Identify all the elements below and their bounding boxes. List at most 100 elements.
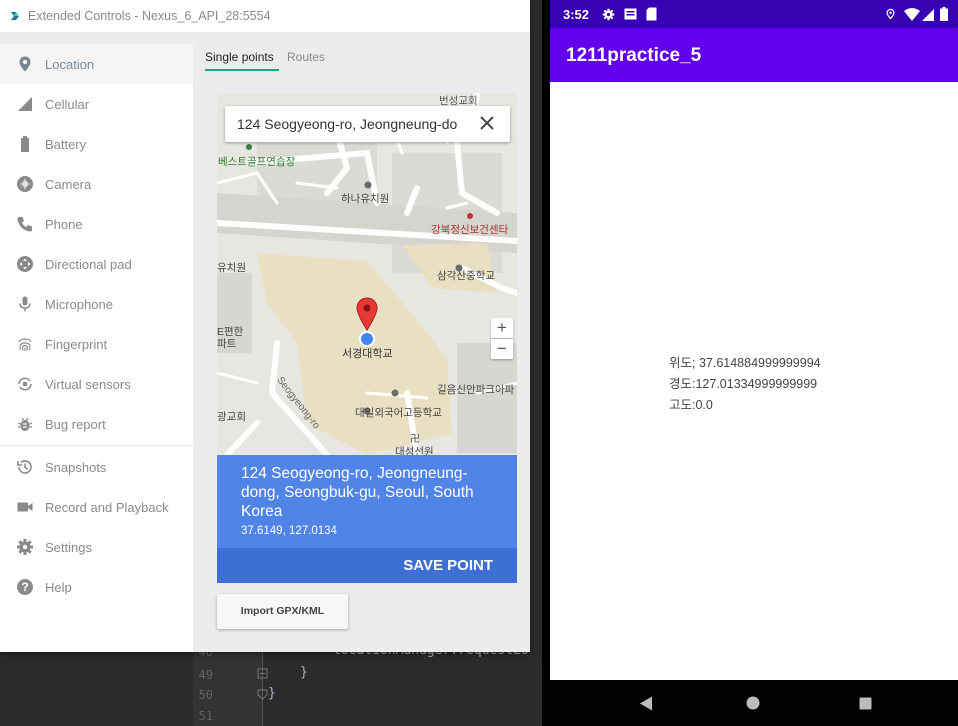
search-input[interactable]: 124 Seogyeong-ro, Jeongneung-do [237, 116, 469, 132]
sidebar-item-snapshots[interactable]: Snapshots [0, 447, 193, 487]
wifi-icon [904, 8, 920, 21]
sidebar-item-settings[interactable]: Settings [0, 527, 193, 567]
sidebar-item-camera[interactable]: Camera [0, 164, 193, 204]
sidebar-item-directional-pad[interactable]: Directional pad [0, 244, 193, 284]
line-number: 50 [198, 688, 213, 702]
location-coordinates: 37.6149, 127.0134 [241, 525, 337, 537]
phone-emulator: 3:52 1211practice_5 위도; 37.6148849999999… [542, 0, 958, 726]
home-icon[interactable] [746, 696, 760, 710]
fingerprint-icon [18, 338, 32, 351]
sidebar-item-microphone[interactable]: Microphone [0, 284, 193, 324]
code-line[interactable]: } [300, 665, 308, 680]
location-address: 124 Seogyeong-ro, Jeongneung-dong, Seong… [241, 465, 474, 520]
map-label: 강북정신보건센타 [431, 224, 509, 236]
map-view[interactable]: 번성교회 베스트골프연습장 하나유치원 강북정신보건센타 삼각산중학교 유치원 … [217, 93, 517, 455]
video-camera-icon [17, 502, 33, 512]
extended-controls-window: Extended Controls - Nexus_6_API_28:5554 … [0, 0, 530, 652]
map-marker-icon[interactable] [355, 297, 379, 331]
camera-aperture-icon [17, 176, 33, 192]
map-label: 파트 [217, 338, 237, 350]
sd-card-icon [646, 7, 657, 21]
history-icon [17, 460, 32, 474]
sidebar-item-label: Snapshots [45, 460, 107, 475]
sidebar: Location Cellular Battery Camera Phone D… [0, 44, 193, 652]
fold-icon[interactable] [257, 668, 268, 679]
app-content: 위도; 37.614884999999994 경도:127.0133499999… [550, 82, 958, 680]
tab-indicator [205, 69, 279, 71]
latitude-text: 위도; 37.614884999999994 [669, 356, 821, 370]
altitude-text: 고도:0.0 [669, 398, 713, 412]
emulator-logo-icon [11, 12, 19, 20]
status-bar: 3:52 [550, 0, 958, 28]
longitude-text: 경도:127.01334999999999 [669, 377, 818, 391]
map-label: 삼각산중학교 [437, 270, 495, 282]
sidebar-item-label: Microphone [45, 297, 113, 312]
sidebar-item-bug-report[interactable]: Bug report [0, 404, 193, 444]
sidebar-item-fingerprint[interactable]: Fingerprint [0, 324, 193, 364]
sidebar-item-label: Battery [45, 137, 87, 152]
sidebar-item-label: Cellular [45, 97, 90, 112]
sidebar-item-record-and-playback[interactable]: Record and Playback [0, 487, 193, 527]
notification-icon [624, 8, 637, 20]
current-location-icon [359, 331, 375, 347]
status-clock: 3:52 [563, 7, 590, 22]
app-bar: 1211practice_5 [550, 28, 958, 82]
sidebar-item-virtual-sensors[interactable]: Virtual sensors [0, 364, 193, 404]
sidebar-item-label: Record and Playback [45, 500, 169, 515]
navigation-bar [550, 680, 958, 726]
app-title: 1211practice_5 [566, 45, 702, 66]
location-info-card: 124 Seogyeong-ro, Jeongneung-dong, Seong… [217, 455, 517, 548]
sidebar-item-label: Virtual sensors [45, 377, 131, 392]
sidebar-item-battery[interactable]: Battery [0, 124, 193, 164]
sidebar-item-label: Help [45, 580, 72, 595]
close-icon[interactable] [478, 114, 496, 132]
map-label: 유치원 [217, 262, 246, 274]
bug-icon [17, 417, 33, 431]
sidebar-divider [0, 445, 193, 446]
gear-icon [602, 8, 615, 21]
sidebar-item-cellular[interactable]: Cellular [0, 84, 193, 124]
save-point-button[interactable]: SAVE POINT [403, 557, 493, 574]
zoom-in-button[interactable]: + [491, 318, 513, 338]
map-label: 卍 [410, 434, 420, 445]
sidebar-item-label: Bug report [45, 417, 106, 432]
map-search-box[interactable]: 124 Seogyeong-ro, Jeongneung-do [225, 106, 510, 142]
cellular-signal-icon [18, 97, 32, 111]
map-label: 광교회 [217, 411, 246, 423]
map-label: 베스트골프연습장 [218, 156, 296, 168]
save-point-bar: SAVE POINT [217, 548, 517, 583]
microphone-icon [19, 296, 31, 312]
tab-single-points[interactable]: Single points [205, 50, 274, 64]
sidebar-item-phone[interactable]: Phone [0, 204, 193, 244]
line-number: 49 [198, 668, 213, 682]
phone-icon [17, 217, 32, 232]
map-label: 하나유치원 [341, 193, 390, 205]
fold-guide [262, 650, 263, 726]
back-icon[interactable] [639, 696, 653, 711]
map-label: 대일외국어고등학교 [355, 407, 442, 419]
sidebar-item-label: Phone [45, 217, 83, 232]
battery-icon [940, 7, 948, 21]
sidebar-item-label: Settings [45, 540, 92, 555]
sidebar-item-label: Location [45, 57, 95, 72]
location-pin-icon [886, 8, 895, 20]
gear-icon [17, 539, 33, 555]
help-icon: ? [17, 579, 33, 595]
window-title-bar[interactable]: Extended Controls - Nexus_6_API_28:5554 [0, 0, 530, 32]
tab-routes[interactable]: Routes [287, 50, 325, 64]
sidebar-item-label: Directional pad [45, 257, 132, 272]
zoom-out-button[interactable]: − [491, 339, 513, 359]
line-number: 51 [198, 709, 213, 723]
code-line[interactable]: } [268, 686, 276, 701]
import-gpx-kml-button[interactable]: Import GPX/KML [217, 594, 348, 629]
location-pin-icon [19, 56, 31, 72]
rotate-sensor-icon [18, 377, 32, 391]
sidebar-item-location[interactable]: Location [0, 44, 193, 84]
fold-icon[interactable] [257, 689, 268, 700]
cellular-signal-icon [922, 9, 934, 21]
battery-icon [21, 136, 29, 152]
svg-text:?: ? [21, 580, 28, 594]
map-label: 대성선원 [395, 446, 434, 455]
sidebar-item-help[interactable]: ? Help [0, 567, 193, 607]
recents-icon[interactable] [859, 697, 872, 710]
